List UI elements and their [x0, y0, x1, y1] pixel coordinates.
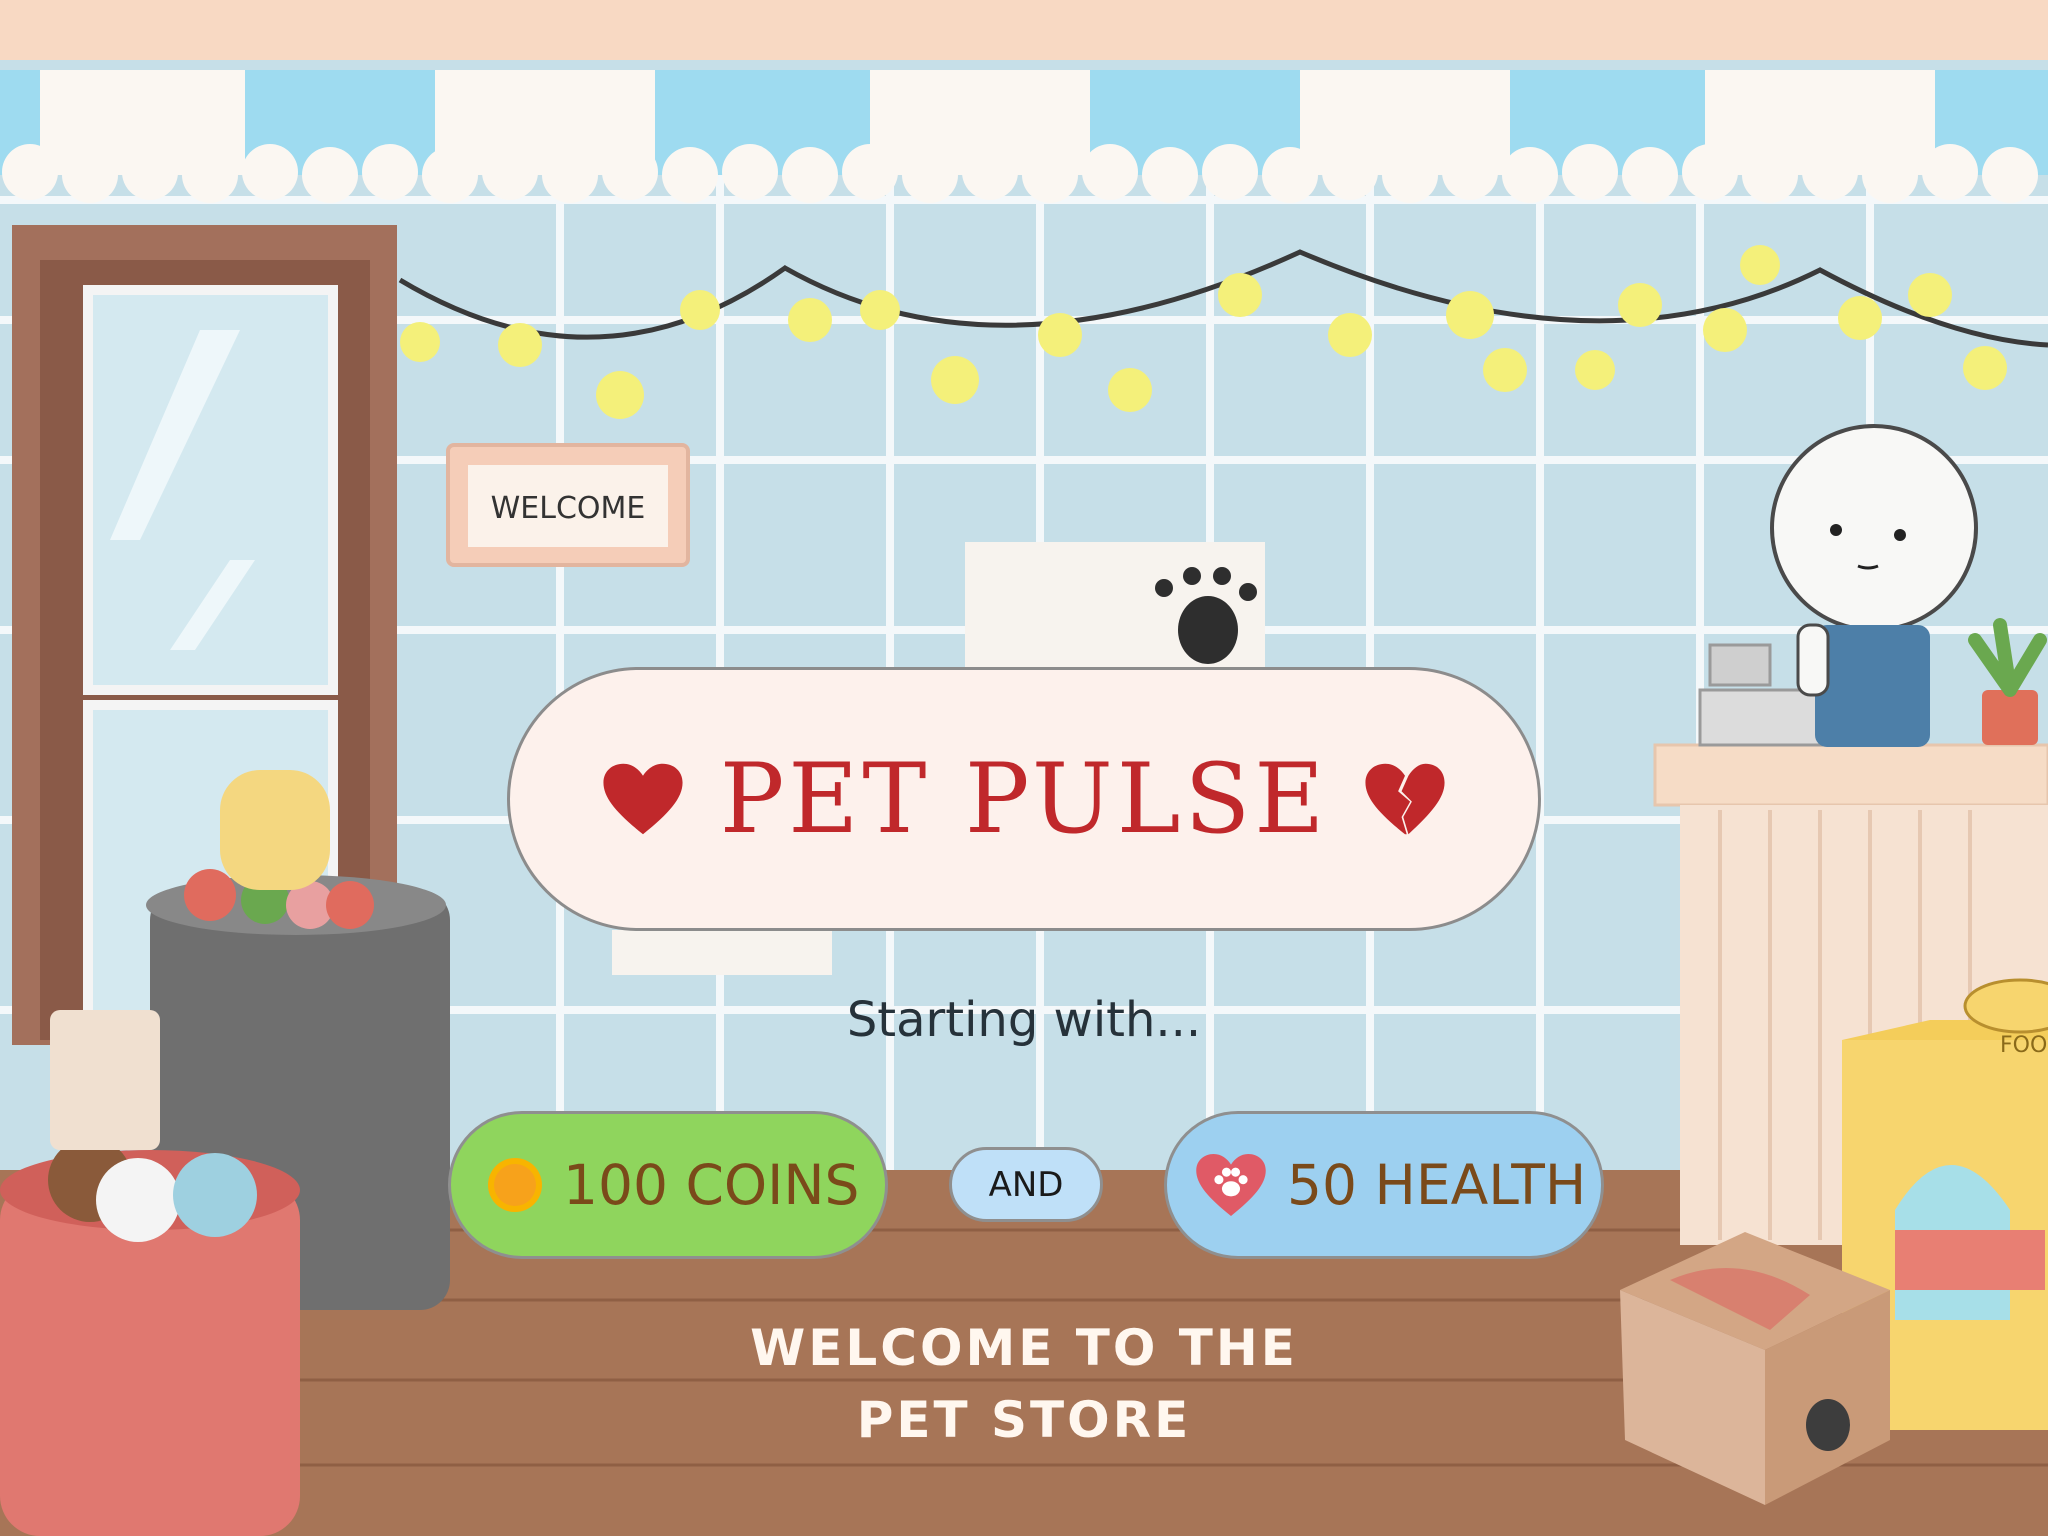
health-badge: 50 HEALTH: [1164, 1111, 1604, 1259]
coin-icon: [488, 1158, 542, 1212]
welcome-message: WELCOME TO THE PET STORE: [0, 1312, 2048, 1456]
welcome-line-1: WELCOME TO THE: [750, 1319, 1298, 1377]
heart-icon: [603, 763, 683, 835]
health-label: 50 HEALTH: [1287, 1153, 1587, 1217]
and-label: AND: [988, 1164, 1064, 1205]
title-banner: PET PULSE: [507, 667, 1541, 931]
svg-text:WELCOME: WELCOME: [491, 491, 646, 526]
starting-with-text: Starting with...: [846, 992, 1202, 1048]
coins-badge: 100 COINS: [448, 1111, 888, 1259]
broken-heart-icon: [1365, 763, 1445, 835]
paw-heart-icon: [1196, 1154, 1266, 1216]
and-badge: AND: [949, 1147, 1103, 1222]
coins-label: 100 COINS: [563, 1153, 860, 1217]
game-title: PET PULSE: [719, 743, 1329, 855]
welcome-line-2: PET STORE: [856, 1391, 1192, 1449]
welcome-sign: WELCOME: [446, 443, 690, 567]
